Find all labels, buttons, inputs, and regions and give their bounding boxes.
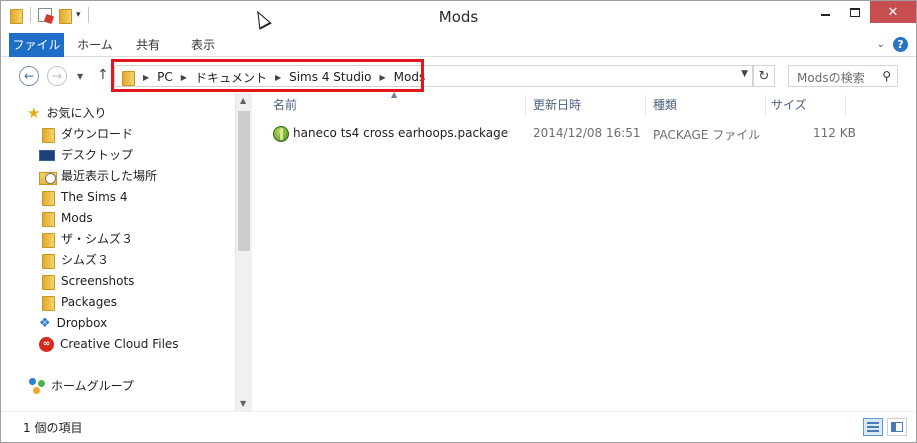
recent-places-icon	[39, 169, 57, 185]
nav-item-creative-cloud[interactable]: ∞ Creative Cloud Files	[39, 334, 179, 354]
file-name: haneco ts4 cross earhoops.package	[293, 126, 509, 140]
search-icon: ⚲	[882, 69, 891, 83]
nav-homegroup-label: ホームグループ	[51, 379, 134, 393]
creative-cloud-icon: ∞	[39, 336, 54, 352]
maximize-button[interactable]	[840, 1, 870, 23]
large-icons-view-button[interactable]	[887, 418, 907, 436]
close-icon: ✕	[887, 4, 899, 20]
nav-item-sims-3-jp[interactable]: シムズ３	[39, 250, 109, 270]
minimize-icon	[820, 14, 830, 16]
title-bar: ▾ Mods ✕	[1, 1, 916, 33]
status-bar: 1 個の項目	[1, 411, 916, 442]
downloads-folder-icon	[39, 127, 55, 143]
homegroup-icon	[29, 378, 45, 394]
forward-button[interactable]: →	[47, 66, 67, 86]
nav-homegroup[interactable]: ホームグループ	[29, 376, 134, 396]
nav-item-label: Screenshots	[61, 274, 135, 288]
dropbox-icon: ❖	[39, 315, 51, 331]
refresh-icon: ↻	[758, 68, 770, 84]
address-history-dropdown-icon[interactable]: ▼	[741, 69, 748, 79]
nav-item-label: デスクトップ	[61, 148, 134, 162]
large-icons-view-icon	[891, 422, 903, 432]
back-arrow-icon: ←	[23, 69, 35, 83]
nav-item-label: Mods	[61, 211, 93, 225]
nav-favorites-label: お気に入り	[46, 106, 107, 120]
up-arrow-icon[interactable]: ↑	[97, 67, 109, 83]
item-count: 1 個の項目	[23, 421, 83, 435]
scroll-down-icon[interactable]: ▼	[240, 399, 246, 408]
navigation-pane: ★ お気に入り ダウンロード デスクトップ 最近表示した場所 The Sims …	[1, 93, 235, 411]
scroll-up-icon[interactable]: ▲	[240, 96, 246, 105]
nav-item-the-sims-3-jp[interactable]: ザ・シムズ３	[39, 229, 133, 249]
window-controls: ✕	[810, 1, 916, 23]
file-list-pane: ▲ 名前 更新日時 種類 サイズ haneco ts4 cross earhoo…	[253, 90, 916, 411]
folder-icon	[39, 211, 55, 227]
column-divider[interactable]	[645, 95, 646, 115]
column-header-modified[interactable]: 更新日時	[533, 93, 643, 117]
column-divider[interactable]	[845, 95, 846, 115]
explorer-window: ▾ Mods ✕ ファイル ホーム 共有 表示 ⌄ ? ← → ▼ ↑ ▶ PC	[0, 0, 917, 443]
ribbon-tabs: ファイル ホーム 共有 表示 ⌄ ?	[1, 33, 916, 57]
desktop-icon	[39, 149, 55, 161]
column-header-size[interactable]: サイズ	[771, 93, 841, 117]
folder-icon	[39, 274, 55, 290]
folder-icon	[39, 253, 55, 269]
window-title: Mods	[438, 8, 479, 26]
file-type: PACKAGE ファイル	[653, 128, 761, 142]
table-row[interactable]: haneco ts4 cross earhoops.package 2014/1…	[267, 123, 907, 145]
file-size: 112 KB	[813, 126, 856, 140]
nav-item-packages[interactable]: Packages	[39, 292, 117, 312]
back-button[interactable]: ←	[19, 66, 39, 86]
nav-item-label: ダウンロード	[61, 127, 134, 141]
nav-item-the-sims-4[interactable]: The Sims 4	[39, 187, 127, 207]
navigation-scrollbar[interactable]: ▲ ▼	[235, 93, 252, 411]
nav-item-dropbox[interactable]: ❖ Dropbox	[39, 313, 107, 333]
nav-favorites[interactable]: ★ お気に入り	[27, 103, 106, 123]
column-divider[interactable]	[525, 95, 526, 115]
nav-item-mods[interactable]: Mods	[39, 208, 93, 228]
ribbon-right-controls: ⌄ ?	[877, 37, 908, 52]
close-button[interactable]: ✕	[870, 1, 916, 23]
expand-ribbon-icon[interactable]: ⌄	[877, 39, 885, 50]
recent-locations-icon[interactable]: ▼	[77, 72, 83, 81]
nav-item-label: Creative Cloud Files	[60, 337, 179, 351]
maximize-icon	[850, 7, 860, 17]
forward-arrow-icon: →	[51, 69, 63, 83]
nav-item-screenshots[interactable]: Screenshots	[39, 271, 134, 291]
help-icon[interactable]: ?	[893, 37, 908, 52]
details-view-button[interactable]	[863, 418, 883, 436]
details-view-icon	[867, 422, 879, 432]
column-header-type[interactable]: 種類	[653, 93, 763, 117]
tab-share[interactable]: 共有	[131, 33, 165, 57]
folder-icon	[39, 295, 55, 311]
star-icon: ★	[27, 104, 41, 122]
folder-icon	[39, 190, 55, 206]
nav-item-desktop[interactable]: デスクトップ	[39, 145, 133, 165]
file-modified: 2014/12/08 16:51	[533, 126, 641, 140]
tab-file[interactable]: ファイル	[9, 33, 64, 57]
nav-item-label: 最近表示した場所	[61, 169, 158, 183]
address-highlight-box	[111, 59, 424, 92]
folder-icon	[39, 232, 55, 248]
nav-item-recent-places[interactable]: 最近表示した場所	[39, 166, 157, 186]
package-file-icon	[273, 126, 289, 142]
search-input[interactable]: Modsの検索 ⚲	[788, 65, 898, 87]
nav-item-label: シムズ３	[61, 253, 110, 267]
tab-view[interactable]: 表示	[185, 33, 221, 57]
refresh-button[interactable]: ↻	[753, 65, 775, 87]
nav-item-downloads[interactable]: ダウンロード	[39, 124, 133, 144]
nav-item-label: ザ・シムズ３	[61, 232, 134, 246]
nav-item-label: Dropbox	[56, 316, 108, 330]
search-placeholder: Modsの検索	[797, 71, 865, 85]
minimize-button[interactable]	[810, 1, 840, 23]
column-divider[interactable]	[765, 95, 766, 115]
nav-item-label: Packages	[61, 295, 117, 309]
column-header-name[interactable]: 名前	[273, 93, 523, 117]
nav-item-label: The Sims 4	[61, 190, 128, 204]
scrollbar-thumb[interactable]	[238, 111, 250, 251]
tab-home[interactable]: ホーム	[73, 33, 117, 57]
